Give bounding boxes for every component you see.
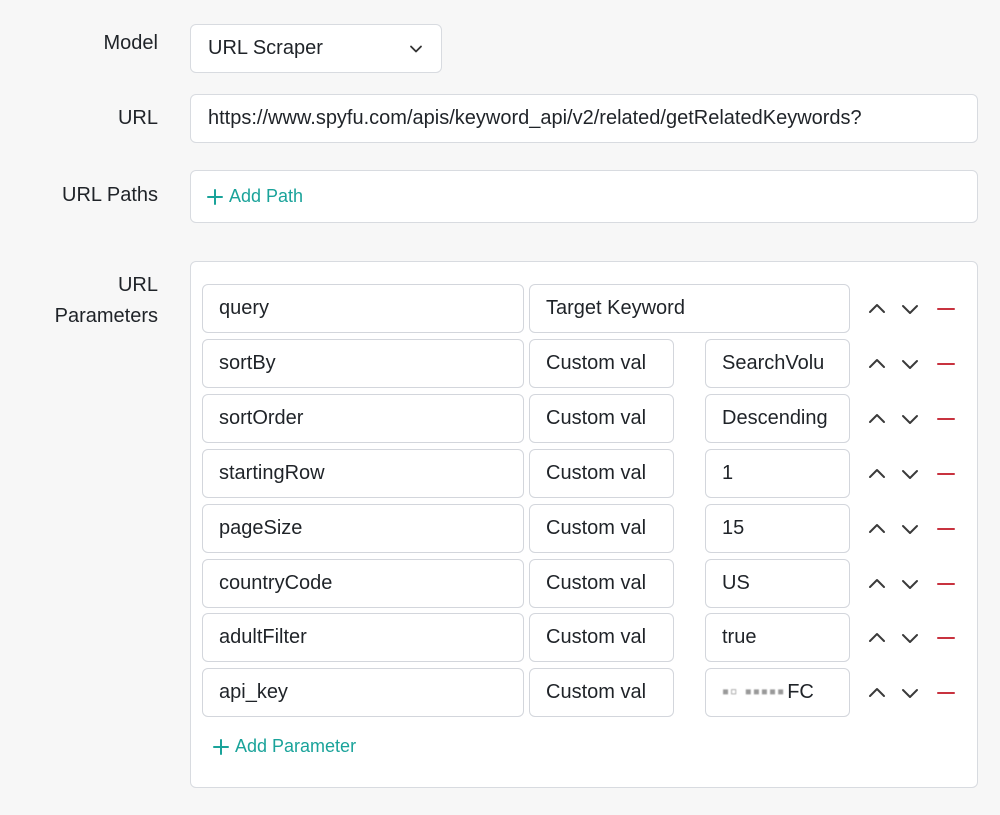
model-select-value: URL Scraper — [208, 37, 323, 59]
parameter-source-select[interactable]: Custom val — [529, 339, 674, 388]
url-parameters-label-line2: Parameters — [54, 305, 158, 327]
remove-icon[interactable] — [937, 418, 955, 420]
parameter-name-input[interactable]: pageSize — [202, 504, 524, 553]
move-up-icon[interactable] — [866, 408, 888, 430]
move-down-icon[interactable] — [899, 682, 921, 704]
parameter-source-value: Custom val — [546, 352, 647, 374]
parameter-value-input[interactable]: true — [705, 613, 850, 662]
move-down-icon[interactable] — [899, 627, 921, 649]
parameter-source-select[interactable]: Custom val — [529, 559, 674, 608]
parameter-source-select[interactable]: Custom val — [529, 504, 674, 553]
parameter-name-value: adultFilter — [219, 626, 307, 648]
parameter-source-value: Custom val — [546, 572, 647, 594]
move-up-icon[interactable] — [866, 682, 888, 704]
move-down-icon[interactable] — [899, 408, 921, 430]
plus-icon — [213, 738, 229, 755]
remove-icon[interactable] — [937, 473, 955, 475]
parameter-name-value: sortBy — [219, 352, 276, 374]
move-down-icon[interactable] — [899, 573, 921, 595]
parameter-value-text: Descending — [722, 407, 828, 429]
url-label: URL — [117, 107, 158, 129]
move-up-icon[interactable] — [866, 298, 888, 320]
model-select[interactable]: URL Scraper — [190, 24, 442, 73]
remove-icon[interactable] — [937, 308, 955, 310]
parameter-source-value: Custom val — [546, 681, 647, 703]
move-down-icon[interactable] — [899, 353, 921, 375]
parameter-name-input[interactable]: sortBy — [202, 339, 524, 388]
move-down-icon[interactable] — [899, 298, 921, 320]
url-paths-panel: Add Path — [190, 170, 978, 223]
parameter-source-select[interactable]: Custom val — [529, 449, 674, 498]
parameter-name-value: countryCode — [219, 572, 333, 594]
url-input[interactable]: https://www.spyfu.com/apis/keyword_api/v… — [190, 94, 978, 143]
add-path-label: Add Path — [229, 186, 304, 206]
parameter-name-value: startingRow — [219, 462, 325, 484]
move-down-icon[interactable] — [899, 463, 921, 485]
model-label: Model — [103, 32, 158, 54]
parameter-value-input[interactable]: US — [705, 559, 850, 608]
url-paths-label: URL Paths — [62, 184, 158, 206]
remove-icon[interactable] — [937, 692, 955, 694]
parameter-name-value: sortOrder — [219, 407, 304, 429]
parameter-source-value: Target Keyword — [546, 297, 685, 319]
parameter-name-input[interactable]: query — [202, 284, 524, 333]
remove-icon[interactable] — [937, 528, 955, 530]
parameter-value-text: FC — [787, 681, 814, 703]
parameter-value-input[interactable]: 1 — [705, 449, 850, 498]
chevron-down-icon — [410, 45, 422, 53]
parameter-value-text: SearchVolu — [722, 352, 825, 374]
url-value: https://www.spyfu.com/apis/keyword_api/v… — [208, 107, 862, 129]
parameter-name-input[interactable]: sortOrder — [202, 394, 524, 443]
add-parameter-label: Add Parameter — [235, 736, 357, 756]
parameter-source-value: Custom val — [546, 517, 647, 539]
parameter-source-value: Custom val — [546, 407, 647, 429]
url-parameters-label-line1: URL — [117, 274, 158, 296]
plus-icon — [207, 188, 223, 205]
parameter-value-text: true — [722, 626, 757, 648]
move-up-icon[interactable] — [866, 463, 888, 485]
move-up-icon[interactable] — [866, 627, 888, 649]
move-up-icon[interactable] — [866, 573, 888, 595]
parameter-source-select[interactable]: Custom val — [529, 394, 674, 443]
parameter-value-input[interactable]: SearchVolu — [705, 339, 850, 388]
parameter-name-input[interactable]: api_key — [202, 668, 524, 717]
parameter-name-input[interactable]: countryCode — [202, 559, 524, 608]
masked-key-prefix: ▪▫ ▪▪▪▪▪ — [722, 681, 786, 703]
parameter-value-input[interactable]: Descending — [705, 394, 850, 443]
parameter-name-input[interactable]: adultFilter — [202, 613, 524, 662]
remove-icon[interactable] — [937, 583, 955, 585]
add-path-button[interactable]: Add Path — [207, 186, 303, 207]
url-parameters-panel: query Target Keyword sortBy Custom val Searc… — [190, 261, 978, 788]
parameter-source-select[interactable]: Custom val — [529, 613, 674, 662]
remove-icon[interactable] — [937, 363, 955, 365]
parameter-value-text: US — [722, 572, 750, 594]
move-up-icon[interactable] — [866, 353, 888, 375]
remove-icon[interactable] — [937, 637, 955, 639]
parameter-source-value: Custom val — [546, 626, 647, 648]
parameter-value-input[interactable]: ▪▫ ▪▪▪▪▪ FC — [705, 668, 850, 717]
parameter-source-select[interactable]: Target Keyword — [529, 284, 850, 333]
parameter-name-input[interactable]: startingRow — [202, 449, 524, 498]
parameter-source-value: Custom val — [546, 462, 647, 484]
parameter-value-input[interactable]: 15 — [705, 504, 850, 553]
add-parameter-button[interactable]: Add Parameter — [213, 736, 356, 757]
move-down-icon[interactable] — [899, 518, 921, 540]
parameter-name-value: api_key — [219, 681, 288, 703]
move-up-icon[interactable] — [866, 518, 888, 540]
parameter-source-select[interactable]: Custom val — [529, 668, 674, 717]
parameter-value-text: 1 — [722, 462, 734, 484]
parameter-name-value: pageSize — [219, 517, 303, 539]
parameter-value-text: 15 — [722, 517, 745, 539]
parameter-name-value: query — [219, 297, 270, 319]
